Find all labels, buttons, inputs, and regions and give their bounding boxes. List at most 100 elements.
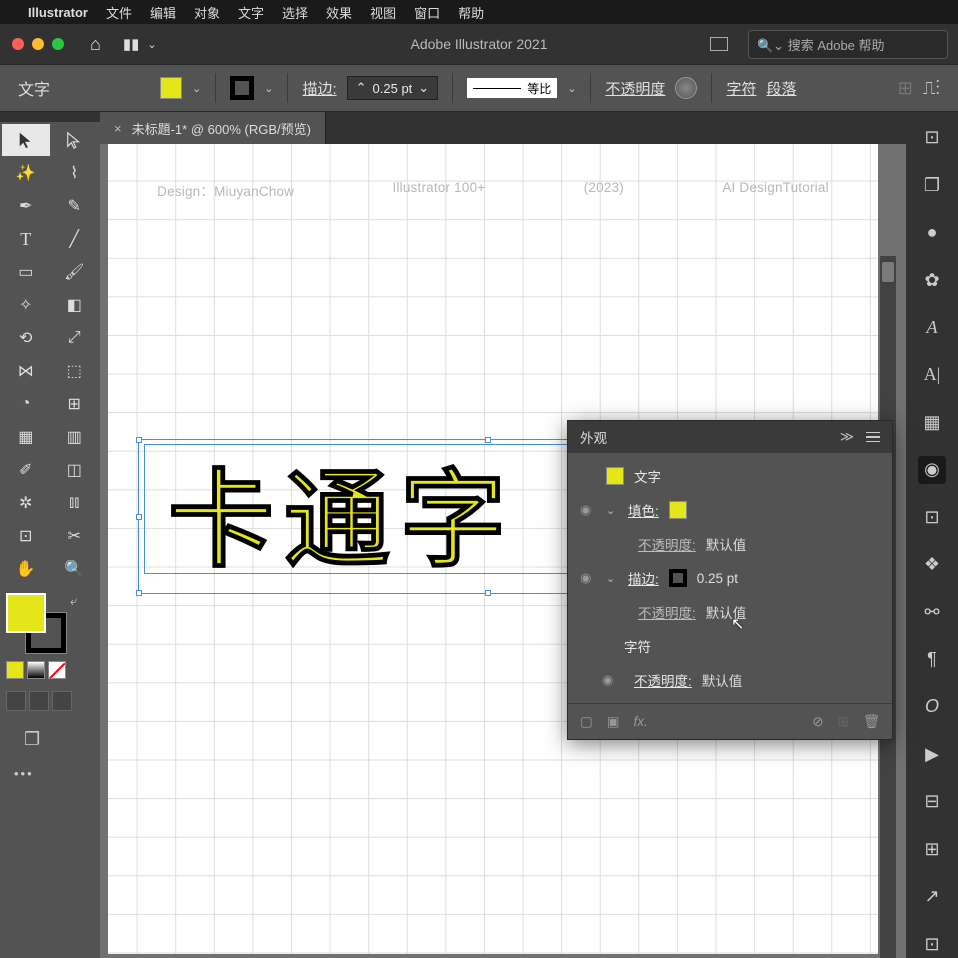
graph-tool[interactable]: ⫾⫾ [51,487,99,519]
swatches-panel-icon[interactable]: ▦ [918,409,946,436]
mesh-tool[interactable]: ▦ [2,421,50,453]
symbol-sprayer-tool[interactable]: ✲ [2,487,50,519]
expand-icon[interactable]: ⌄ [606,572,618,585]
slice-tool[interactable]: ✂ [51,520,99,552]
appearance-panel-header[interactable]: 外观 ≫ [568,421,892,453]
add-effect-icon[interactable]: fx. [634,714,648,729]
add-fill-icon[interactable]: ▣ [607,714,620,730]
align-icon[interactable]: ⊞ [898,78,913,99]
layers-panel-icon[interactable]: ❖ [918,551,946,578]
visibility-toggle[interactable]: ◉ [580,570,596,586]
draw-behind[interactable] [29,691,49,711]
pathfinder-panel-icon[interactable]: ⊞ [918,836,946,863]
add-stroke-icon[interactable]: ▢ [580,714,593,730]
blend-tool[interactable]: ◫ [51,454,99,486]
gradient-tool[interactable]: ▥ [51,421,99,453]
width-tool[interactable]: ⋈ [2,355,50,387]
character-panel-icon[interactable]: A [918,314,946,341]
delete-item-icon[interactable]: 🗑 [863,714,880,730]
type-tool[interactable]: T [2,223,50,255]
close-tab-icon[interactable]: × [114,121,122,136]
selection-tool[interactable] [2,124,50,156]
minimize-window-button[interactable] [32,38,44,50]
menu-type[interactable]: 文字 [238,3,264,22]
close-window-button[interactable] [12,38,24,50]
libraries-panel-icon[interactable]: ❐ [918,171,946,198]
stroke-row-swatch[interactable] [669,569,687,587]
scale-tool[interactable]: ⤢ [51,322,99,354]
stroke-profile[interactable]: 等比 [467,78,557,98]
visibility-toggle[interactable]: ◉ [602,672,618,688]
menu-effect[interactable]: 效果 [326,3,352,22]
fill-row-swatch[interactable] [669,501,687,519]
lasso-tool[interactable]: ⌇ [51,157,99,189]
paragraph-panel-link[interactable]: 段落 [766,78,796,99]
hand-tool[interactable]: ✋ [2,553,50,585]
transparency-panel-icon[interactable]: O [918,693,946,720]
character-panel-link[interactable]: 字符 [726,78,756,99]
edit-toolbar[interactable]: ••• [6,766,94,781]
stroke-dropdown[interactable]: ⌄ [264,82,273,95]
menu-edit[interactable]: 编辑 [150,3,176,22]
visibility-toggle[interactable]: ◉ [580,502,596,518]
pen-tool[interactable]: ✒ [2,190,50,222]
app-name[interactable]: Illustrator [28,5,88,20]
transform-icon[interactable]: ⎍⁝ [923,78,940,99]
paragraph-panel-icon[interactable]: ¶ [918,646,946,673]
brushes-panel-icon[interactable]: ● [918,219,946,246]
search-input[interactable]: 🔍⌄ 搜索 Adobe 帮助 [748,30,948,59]
menu-help[interactable]: 帮助 [458,3,484,22]
appearance-type-row[interactable]: 文字 [568,459,892,493]
expand-icon[interactable]: ⌄ [606,504,618,517]
workspace-switcher[interactable]: ▮▮ ⌄ [123,35,157,53]
align-panel-icon[interactable]: ⊟ [918,788,946,815]
home-icon[interactable]: ⌂ [90,34,101,55]
profile-dropdown[interactable]: ⌄ [567,82,576,95]
graphic-styles-panel-icon[interactable]: ⊡ [918,504,946,531]
actions-panel-icon[interactable]: ▶ [918,741,946,768]
magic-wand-tool[interactable]: ✨ [2,157,50,189]
appearance-panel-icon[interactable]: ◉ [918,456,946,483]
color-mode-button[interactable] [6,661,24,679]
fill-swatch[interactable] [160,77,182,99]
eraser-tool[interactable]: ◧ [51,289,99,321]
paintbrush-tool[interactable]: 🖌 [51,256,99,288]
draw-normal[interactable] [6,691,26,711]
gradient-mode-button[interactable] [27,661,45,679]
opacity-label[interactable]: 不透明度 [605,78,665,99]
fill-color[interactable] [6,593,46,633]
properties-panel-icon[interactable]: ⊡ [918,124,946,151]
appearance-opacity-row[interactable]: ◉ 不透明度: 默认值 [568,663,892,697]
draw-inside[interactable] [52,691,72,711]
free-transform-tool[interactable]: ⬚ [51,355,99,387]
duplicate-item-icon[interactable]: ⊞ [838,714,849,730]
maximize-window-button[interactable] [52,38,64,50]
none-mode-button[interactable] [48,661,66,679]
document-tab[interactable]: × 未标題-1* @ 600% (RGB/预览) [100,112,326,144]
artboard-tool[interactable]: ⊡ [2,520,50,552]
shaper-tool[interactable]: ✧ [2,289,50,321]
shape-builder-tool[interactable]: ◔ [2,388,50,420]
appearance-fill-row[interactable]: ◉ ⌄ 填色: [568,493,892,527]
direct-selection-tool[interactable] [51,124,99,156]
fill-opacity-row[interactable]: 不透明度: 默认值 [568,527,892,561]
export-panel-icon[interactable]: ↗ [918,883,946,910]
zoom-tool[interactable]: 🔍 [51,553,99,585]
clear-appearance-icon[interactable]: ⊘ [812,714,823,730]
glyphs-panel-icon[interactable]: A| [918,361,946,388]
screen-mode-icon[interactable]: ❐ [6,729,94,750]
asset-export-panel-icon[interactable]: ⊡ [918,930,946,957]
recolor-icon[interactable] [675,77,697,99]
stroke-label[interactable]: 描边: [302,78,336,99]
stroke-opacity-row[interactable]: 不透明度: 默认值 [568,595,892,629]
line-tool[interactable]: ╱ [51,223,99,255]
appearance-stroke-row[interactable]: ◉ ⌄ 描边: 0.25 pt [568,561,892,595]
fill-stroke-swatch[interactable] [6,593,66,653]
collapse-panel-icon[interactable]: ≫ [840,429,854,445]
perspective-tool[interactable]: ⊞ [51,388,99,420]
rotate-tool[interactable]: ⟲ [2,322,50,354]
appearance-characters-row[interactable]: 字符 [568,629,892,663]
menu-object[interactable]: 对象 [194,3,220,22]
document-setup-icon[interactable] [710,37,728,51]
menu-window[interactable]: 窗口 [414,3,440,22]
